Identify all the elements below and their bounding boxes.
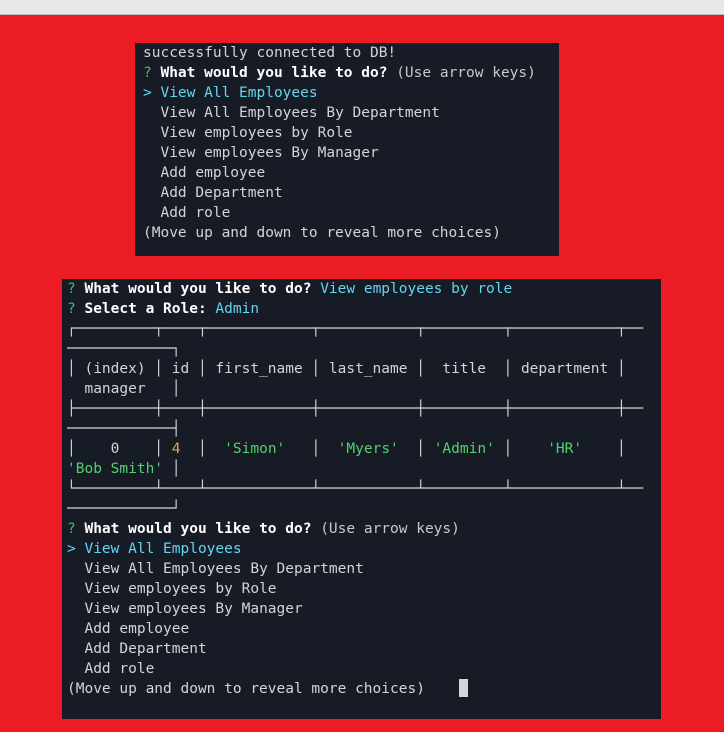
- table-divider: ├─────────┼────┼────────────┼───────────…: [67, 401, 644, 417]
- connection-message: successfully connected to DB!: [143, 45, 397, 61]
- role-question: Select a Role:: [84, 301, 207, 317]
- role-prompt-line: ? Select a Role: Admin: [67, 299, 656, 319]
- terminal-panel-1: successfully connected to DB!? What woul…: [135, 43, 559, 256]
- answered-prompt-line: ? What would you like to do? View employ…: [67, 279, 656, 299]
- prompt-mark: ?: [143, 65, 152, 81]
- table-data-wrap: 'Bob Smith' │: [67, 461, 181, 477]
- menu-choice-label: Add employee: [84, 621, 190, 637]
- prompt-mark: ?: [67, 301, 76, 317]
- menu-choice[interactable]: Add employee: [143, 163, 551, 183]
- menu-choice-selected[interactable]: > View All Employees: [67, 539, 656, 559]
- prompt-question: What would you like to do?: [84, 521, 312, 537]
- menu-choice[interactable]: View employees By Manager: [143, 143, 551, 163]
- table-border-top-wrap: ────────────┐: [67, 341, 181, 357]
- prompt-question: What would you like to do?: [160, 65, 388, 81]
- table-divider-wrap: ────────────┤: [67, 421, 181, 437]
- pointer-icon: >: [143, 85, 152, 101]
- table-header-row: │ (index) │ id │ first_name │ last_name …: [67, 361, 626, 377]
- cell-last-name: 'Myers': [337, 441, 399, 457]
- menu-choice-label: View All Employees: [84, 541, 242, 557]
- more-choices-hint: (Move up and down to reveal more choices…: [143, 225, 501, 241]
- prompt-line: ? What would you like to do? (Use arrow …: [143, 63, 551, 83]
- prompt-mark: ?: [67, 281, 76, 297]
- menu-choice[interactable]: View All Employees By Department: [143, 103, 551, 123]
- terminal-panel-2: ? What would you like to do? View employ…: [62, 279, 661, 719]
- prompt-answer: View employees by role: [320, 281, 513, 297]
- menu-choice-label: View employees by Role: [84, 581, 277, 597]
- menu-choice[interactable]: Add Department: [67, 639, 656, 659]
- window-top-strip: [0, 0, 724, 15]
- menu-choice-label: Add Department: [160, 185, 283, 201]
- table-border-bottom-wrap: ────────────┘: [67, 501, 181, 517]
- menu-choice-label: View employees By Manager: [160, 145, 379, 161]
- menu-choice[interactable]: View employees by Role: [67, 579, 656, 599]
- menu-choice-label: Add Department: [84, 641, 207, 657]
- menu-choice-label: View employees by Role: [160, 125, 353, 141]
- menu-choice-label: View All Employees: [160, 85, 318, 101]
- cell-department: 'HR': [547, 441, 583, 457]
- table-border-bottom: └─────────┴────┴────────────┴───────────…: [67, 481, 644, 497]
- more-choices-line: (Move up and down to reveal more choices…: [67, 679, 656, 699]
- pointer-icon: >: [67, 541, 76, 557]
- prompt-hint: (Use arrow keys): [396, 65, 536, 81]
- menu-choice[interactable]: Add employee: [67, 619, 656, 639]
- table-border-top: ┌─────────┬────┬────────────┬───────────…: [67, 321, 644, 337]
- menu-choice-label: Add employee: [160, 165, 266, 181]
- cell-manager: 'Bob Smith': [67, 461, 164, 477]
- prompt-hint: (Use arrow keys): [320, 521, 460, 537]
- menu-choice-label: View All Employees By Department: [160, 105, 440, 121]
- cell-id: 4: [171, 441, 181, 457]
- menu-choice-label: Add role: [160, 205, 231, 221]
- menu-choice[interactable]: Add role: [67, 659, 656, 679]
- menu-choice[interactable]: View employees by Role: [143, 123, 551, 143]
- prompt-mark: ?: [67, 521, 76, 537]
- menu-choice-label: Add role: [84, 661, 155, 677]
- role-answer: Admin: [215, 301, 260, 317]
- table-data-row: │ 0 │ 4 │ 'Simon' │ 'Myers' │ 'Admin' │ …: [67, 441, 626, 457]
- prompt-question: What would you like to do?: [84, 281, 312, 297]
- table-header-wrap: manager │: [67, 381, 181, 397]
- cell-first-name: 'Simon': [224, 441, 286, 457]
- menu-choice[interactable]: Add Department: [143, 183, 551, 203]
- menu-choice-label: View employees By Manager: [84, 601, 303, 617]
- menu-choice[interactable]: Add role: [143, 203, 551, 223]
- cell-index: 0: [110, 441, 120, 457]
- menu-choice-label: View All Employees By Department: [84, 561, 364, 577]
- prompt-line: ? What would you like to do? (Use arrow …: [67, 519, 656, 539]
- more-choices-hint: (Move up and down to reveal more choices…: [67, 681, 425, 697]
- menu-choice[interactable]: View employees By Manager: [67, 599, 656, 619]
- cell-title: 'Admin': [433, 441, 495, 457]
- menu-choice-selected[interactable]: > View All Employees: [143, 83, 551, 103]
- menu-choice[interactable]: View All Employees By Department: [67, 559, 656, 579]
- terminal-cursor: [458, 679, 468, 697]
